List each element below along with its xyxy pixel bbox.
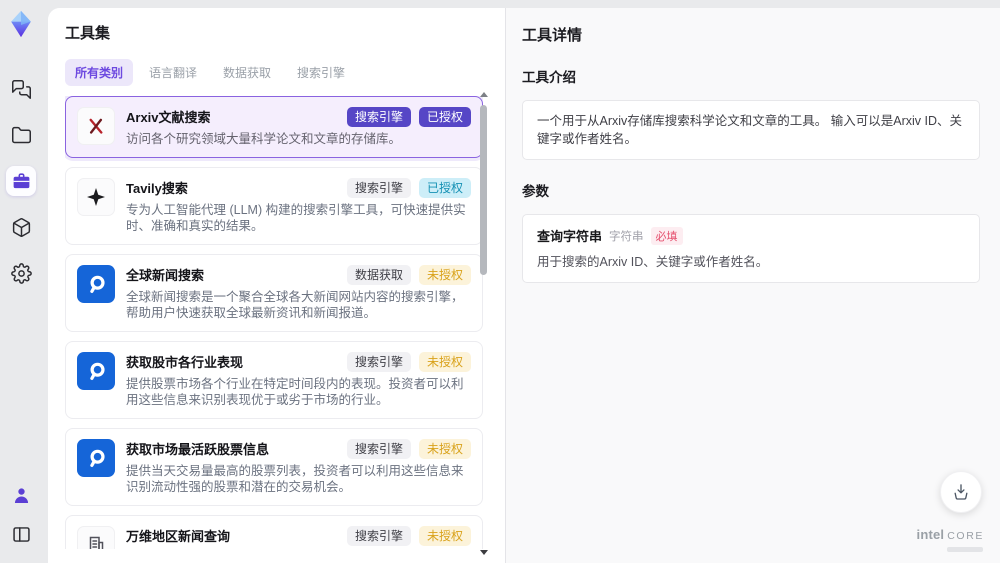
sidebar	[0, 0, 42, 563]
tab-all-categories[interactable]: 所有类别	[65, 59, 134, 86]
folder-icon	[11, 126, 31, 143]
tool-description: 访问各个研究领域大量科学论文和文章的存储库。	[126, 132, 402, 146]
download-icon	[954, 484, 968, 500]
intel-brand-text: intel	[916, 527, 945, 542]
tool-intro-box: 一个用于从Arxiv存储库搜索科学论文和文章的工具。 输入可以是Arxiv ID…	[522, 100, 980, 160]
sidebar-item-toolbox[interactable]	[6, 166, 36, 196]
download-button[interactable]	[940, 471, 982, 513]
auth-badge: 未授权	[418, 439, 471, 459]
app-logo-icon[interactable]	[5, 8, 37, 40]
tool-description: 专为人工智能代理 (LLM) 构建的搜索引擎工具，可快速提供实时、准确和真实的结…	[126, 203, 466, 233]
intel-core-badge: intel CORE	[917, 526, 984, 552]
panel-toggle-icon	[12, 526, 30, 542]
gear-icon	[10, 262, 32, 284]
auth-badge: 未授权	[418, 265, 471, 285]
tool-card-arxiv[interactable]: Arxiv文献搜索 搜索引擎 已授权 访问各个研究领域大量科学论文和文章的存储库…	[65, 96, 483, 158]
tool-description: 提供股票市场各个行业在特定时间段内的表现。投资者可以利用这些信息来识别表现优于或…	[126, 377, 464, 407]
tool-card-body: 获取股市各行业表现 搜索引擎 未授权 提供股票市场各个行业在特定时间段内的表现。…	[126, 352, 471, 408]
tool-card-active-stocks[interactable]: 获取市场最活跃股票信息 搜索引擎 未授权 提供当天交易量最高的股票列表，投资者可…	[65, 428, 483, 506]
auth-badge: 已授权	[418, 178, 471, 198]
tool-description: 全球新闻搜索是一个聚合全球各大新闻网站内容的搜索引擎，帮助用户快速获取全球最新资…	[126, 290, 464, 320]
tool-card-global-news[interactable]: 全球新闻搜索 数据获取 未授权 全球新闻搜索是一个聚合全球各大新闻网站内容的搜索…	[65, 254, 483, 332]
arxiv-icon	[77, 107, 115, 145]
tool-card-regional-news[interactable]: 万维地区新闻查询 搜索引擎 未授权 查询具体行政区划内的新闻，快速了解各地新闻动	[65, 515, 483, 549]
sidebar-item-folder[interactable]	[6, 120, 36, 150]
tool-card-body: 全球新闻搜索 数据获取 未授权 全球新闻搜索是一个聚合全球各大新闻网站内容的搜索…	[126, 265, 471, 321]
tool-name: Arxiv文献搜索	[126, 109, 211, 125]
auth-badge: 已授权	[418, 107, 471, 127]
panel-toggle-button[interactable]	[6, 519, 36, 549]
param-type: 字符串	[609, 230, 644, 243]
category-tag: 数据获取	[346, 265, 411, 285]
tool-card-body: 万维地区新闻查询 搜索引擎 未授权 查询具体行政区划内的新闻，快速了解各地新闻动	[126, 526, 471, 549]
auth-badge: 未授权	[418, 352, 471, 372]
sidebar-nav	[6, 74, 36, 288]
user-icon	[14, 487, 28, 503]
app-window: 工具集 所有类别 语言翻译 数据获取 搜索引擎 Arxiv文献搜索 搜索引擎 已…	[0, 0, 1000, 563]
news-search-icon	[77, 265, 115, 303]
category-tag: 搜索引擎	[346, 526, 411, 546]
building-icon	[77, 526, 115, 549]
sidebar-item-models[interactable]	[6, 212, 36, 242]
param-required-badge: 必填	[650, 226, 683, 245]
tool-name: 万维地区新闻查询	[126, 528, 231, 544]
tool-card-tavily[interactable]: Tavily搜索 搜索引擎 已授权 专为人工智能代理 (LLM) 构建的搜索引擎…	[65, 167, 483, 245]
params-heading: 参数	[522, 184, 549, 199]
category-tabs: 所有类别 语言翻译 数据获取 搜索引擎	[65, 59, 505, 86]
tool-card-sector-performance[interactable]: 获取股市各行业表现 搜索引擎 未授权 提供股票市场各个行业在特定时间段内的表现。…	[65, 341, 483, 419]
intel-badge-subline	[947, 547, 983, 552]
param-description: 用于搜索的Arxiv ID、关键字或作者姓名。	[537, 255, 769, 269]
category-tag: 搜索引擎	[346, 107, 411, 127]
tool-name: 全球新闻搜索	[126, 267, 205, 283]
category-tag: 搜索引擎	[346, 178, 411, 198]
tool-list: Arxiv文献搜索 搜索引擎 已授权 访问各个研究领域大量科学论文和文章的存储库…	[65, 96, 483, 549]
param-name: 查询字符串	[537, 229, 603, 244]
main-panel: 工具集 所有类别 语言翻译 数据获取 搜索引擎 Arxiv文献搜索 搜索引擎 已…	[48, 8, 1000, 563]
category-tag: 搜索引擎	[346, 352, 411, 372]
tool-name: 获取股市各行业表现	[126, 354, 244, 370]
cube-icon	[12, 217, 30, 237]
intro-heading: 工具介绍	[522, 70, 576, 85]
news-search-icon	[77, 352, 115, 390]
sidebar-item-chat[interactable]	[6, 74, 36, 104]
details-title: 工具详情	[522, 27, 583, 44]
chat-icon	[11, 79, 31, 99]
tab-search-engine[interactable]: 搜索引擎	[287, 59, 355, 86]
tool-card-body: Arxiv文献搜索 搜索引擎 已授权 访问各个研究领域大量科学论文和文章的存储库…	[126, 107, 471, 147]
core-brand-text: CORE	[947, 530, 984, 542]
tool-card-body: 获取市场最活跃股票信息 搜索引擎 未授权 提供当天交易量最高的股票列表，投资者可…	[126, 439, 471, 495]
param-box: 查询字符串 字符串 必填 用于搜索的Arxiv ID、关键字或作者姓名。	[522, 214, 980, 283]
news-search-icon	[77, 439, 115, 477]
list-scrollbar[interactable]	[480, 92, 488, 555]
tools-panel: 工具集 所有类别 语言翻译 数据获取 搜索引擎 Arxiv文献搜索 搜索引擎 已…	[48, 8, 505, 563]
toolbox-icon	[13, 172, 29, 188]
tool-card-body: Tavily搜索 搜索引擎 已授权 专为人工智能代理 (LLM) 构建的搜索引擎…	[126, 178, 471, 234]
sidebar-bottom	[6, 480, 36, 563]
details-panel: 工具详情 工具介绍 一个用于从Arxiv存储库搜索科学论文和文章的工具。 输入可…	[505, 8, 1000, 563]
tab-data-fetch[interactable]: 数据获取	[213, 59, 281, 86]
tool-description: 提供当天交易量最高的股票列表，投资者可以利用这些信息来识别流动性强的股票和潜在的…	[126, 464, 464, 494]
page-title: 工具集	[65, 25, 111, 42]
scroll-up-arrow-icon[interactable]	[480, 92, 488, 97]
category-tag: 搜索引擎	[346, 439, 411, 459]
user-avatar[interactable]	[6, 480, 36, 510]
tab-language-translation[interactable]: 语言翻译	[139, 59, 207, 86]
sidebar-item-settings[interactable]	[6, 258, 36, 288]
scrollbar-thumb[interactable]	[480, 105, 487, 275]
tavily-star-icon	[77, 178, 115, 216]
tool-name: 获取市场最活跃股票信息	[126, 441, 270, 457]
tool-name: Tavily搜索	[126, 180, 188, 196]
auth-badge: 未授权	[418, 526, 471, 546]
scroll-down-arrow-icon[interactable]	[480, 550, 488, 555]
